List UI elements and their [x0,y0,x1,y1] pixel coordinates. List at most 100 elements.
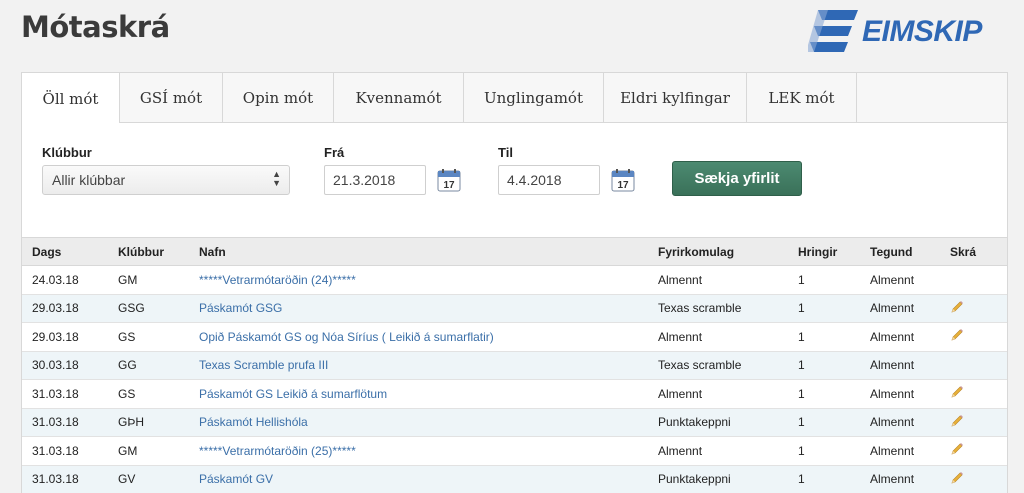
cell-type: Almennt [870,465,950,493]
cell-date: 29.03.18 [22,294,118,323]
eimskip-logo-mark-icon [808,10,858,52]
cell-club: GÞH [118,408,199,437]
cell-type: Almennt [870,351,950,380]
from-label: Frá [324,145,345,160]
cell-format: Almennt [658,322,798,352]
cell-date: 31.03.18 [22,408,118,437]
cell-format: Texas scramble [658,294,798,323]
club-label: Klúbbur [42,145,92,160]
tab-seniors[interactable]: Eldri kylfingar [604,73,747,123]
tab-lek[interactable]: LEK mót [747,73,857,123]
cell-type: Almennt [870,436,950,466]
cell-register [950,379,1007,409]
cell-format: Punktakeppni [658,465,798,493]
from-date-input[interactable]: 21.3.2018 [324,165,426,195]
tab-gsi[interactable]: GSÍ mót [120,73,223,123]
table-row: 31.03.18 GV Páskamót GV Punktakeppni 1 Almenn… [22,465,1007,493]
cell-club: GM [118,265,199,295]
to-calendar-day: 17 [617,180,629,191]
register-pencil-icon[interactable] [950,414,964,428]
cell-rounds: 1 [798,408,870,437]
from-calendar-day: 17 [443,180,455,191]
cell-format: Punktakeppni [658,408,798,437]
tournament-table: Dags Klúbbur Nafn Fyrirkomulag Hringir T… [22,237,1007,493]
club-select-value: Allir klúbbar [52,172,126,188]
col-date[interactable]: Dags [22,237,118,266]
cell-type: Almennt [870,379,950,409]
cell-date: 31.03.18 [22,379,118,409]
register-pencil-icon[interactable] [950,385,964,399]
tournament-link[interactable]: Páskamót GS Leikið á sumarflötum [199,379,658,409]
tab-all[interactable]: Öll mót [22,73,120,124]
to-date-input[interactable]: 4.4.2018 [498,165,600,195]
filter-bar: Klúbbur Allir klúbbar ▲ ▼ Frá 21.3.2018 1… [22,123,1007,237]
tournament-link[interactable]: Opið Páskamót GS og Nóa Síríus ( Leikið … [199,322,658,352]
tournament-link[interactable]: Páskamót Hellishóla [199,408,658,437]
cell-club: GM [118,436,199,466]
from-calendar-icon[interactable]: 17 [437,168,461,192]
cell-register [950,408,1007,437]
tab-bar: Öll mót GSÍ mót Opin mót Kvennamót Ungli… [22,73,1007,124]
register-pencil-icon[interactable] [950,300,964,314]
to-calendar-icon[interactable]: 17 [611,168,635,192]
col-name[interactable]: Nafn [199,237,658,266]
table-row: 29.03.18 GSG Páskamót GSG Texas scramble 1 Al… [22,294,1007,323]
logo-text: EIMSKIP [862,15,982,48]
tab-open[interactable]: Opin mót [223,73,334,123]
col-type[interactable]: Tegund [870,237,950,266]
cell-date: 24.03.18 [22,265,118,295]
cell-type: Almennt [870,322,950,352]
tab-youth[interactable]: Unglingamót [464,73,604,123]
table-row: 30.03.18 GG Texas Scramble prufa III Texas … [22,351,1007,380]
cell-rounds: 1 [798,436,870,466]
table-row: 24.03.18 GM *****Vetrarmótaröðin (24)*****… [22,265,1007,295]
cell-date: 29.03.18 [22,322,118,352]
cell-register [950,294,1007,323]
fetch-overview-button[interactable]: Sækja yfirlit [672,161,802,196]
cell-format: Almennt [658,265,798,295]
cell-register [950,436,1007,466]
tab-women[interactable]: Kvennamót [334,73,464,123]
cell-type: Almennt [870,294,950,323]
col-club[interactable]: Klúbbur [118,237,199,266]
table-header-row: Dags Klúbbur Nafn Fyrirkomulag Hringir T… [22,237,1007,266]
cell-rounds: 1 [798,465,870,493]
eimskip-logo[interactable]: EIMSKIP [808,6,982,58]
cell-club: GS [118,379,199,409]
cell-rounds: 1 [798,294,870,323]
cell-type: Almennt [870,408,950,437]
cell-rounds: 1 [798,265,870,295]
col-register: Skrá [950,237,1007,266]
club-select[interactable]: Allir klúbbar ▲ ▼ [42,165,290,195]
to-label: Til [498,145,513,160]
cell-format: Almennt [658,436,798,466]
table-row: 29.03.18 GS Opið Páskamót GS og Nóa Síríus… [22,322,1007,352]
tournament-link[interactable]: Páskamót GSG [199,294,658,323]
cell-rounds: 1 [798,351,870,380]
cell-rounds: 1 [798,379,870,409]
table-row: 31.03.18 GM *****Vetrarmótaröðin (25)*****… [22,436,1007,466]
col-format[interactable]: Fyrirkomulag [658,237,798,266]
cell-register [950,322,1007,352]
register-pencil-icon[interactable] [950,442,964,456]
tournament-link[interactable]: Páskamót GV [199,465,658,493]
cell-club: GG [118,351,199,380]
cell-date: 31.03.18 [22,465,118,493]
cell-register [950,351,1007,380]
tournament-link[interactable]: *****Vetrarmótaröðin (25)***** [199,436,658,466]
cell-register [950,265,1007,295]
cell-format: Almennt [658,379,798,409]
col-rounds[interactable]: Hringir [798,237,870,266]
cell-club: GS [118,322,199,352]
select-arrows-icon: ▲ ▼ [272,169,281,188]
cell-format: Texas scramble [658,351,798,380]
tournament-panel: Öll mót GSÍ mót Opin mót Kvennamót Ungli… [21,72,1008,493]
cell-club: GSG [118,294,199,323]
tournament-link[interactable]: Texas Scramble prufa III [199,351,658,380]
cell-date: 31.03.18 [22,436,118,466]
register-pencil-icon[interactable] [950,471,964,485]
register-pencil-icon[interactable] [950,328,964,342]
table-row: 31.03.18 GÞH Páskamót Hellishóla Punktakepp… [22,408,1007,437]
page-title: Mótaskrá [21,10,170,44]
tournament-link[interactable]: *****Vetrarmótaröðin (24)***** [199,265,658,295]
